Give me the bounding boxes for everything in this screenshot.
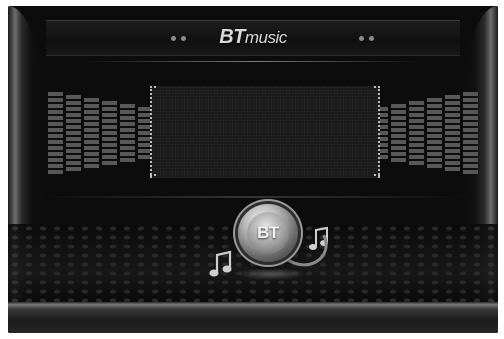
title-bar: BTmusic <box>46 20 460 62</box>
bt-badge-label: BT <box>257 223 279 242</box>
equalizer-column <box>66 95 81 171</box>
equalizer-column <box>409 101 424 165</box>
equalizer-column <box>102 101 117 165</box>
page-title: BTmusic <box>46 26 460 49</box>
bottom-bar <box>8 302 498 333</box>
music-note-left-icon <box>209 250 232 277</box>
equalizer-column <box>445 95 460 171</box>
bt-music-screen: BTmusic BT <box>8 6 498 333</box>
equalizer-column <box>48 92 63 174</box>
track-info-display <box>150 86 380 178</box>
title-light: music <box>244 28 287 47</box>
glow-line <box>38 196 468 198</box>
bluetooth-badge-icon: BT <box>238 204 298 262</box>
equalizer-right <box>373 92 478 174</box>
equalizer-column <box>84 98 99 168</box>
equalizer-column <box>427 98 442 168</box>
equalizer-left <box>48 92 153 174</box>
badge-reflection <box>236 268 306 280</box>
status-dots-right <box>359 36 374 41</box>
equalizer-column <box>463 92 478 174</box>
title-bold: BT <box>219 26 245 48</box>
equalizer-column <box>391 104 406 162</box>
equalizer-column <box>120 104 135 162</box>
